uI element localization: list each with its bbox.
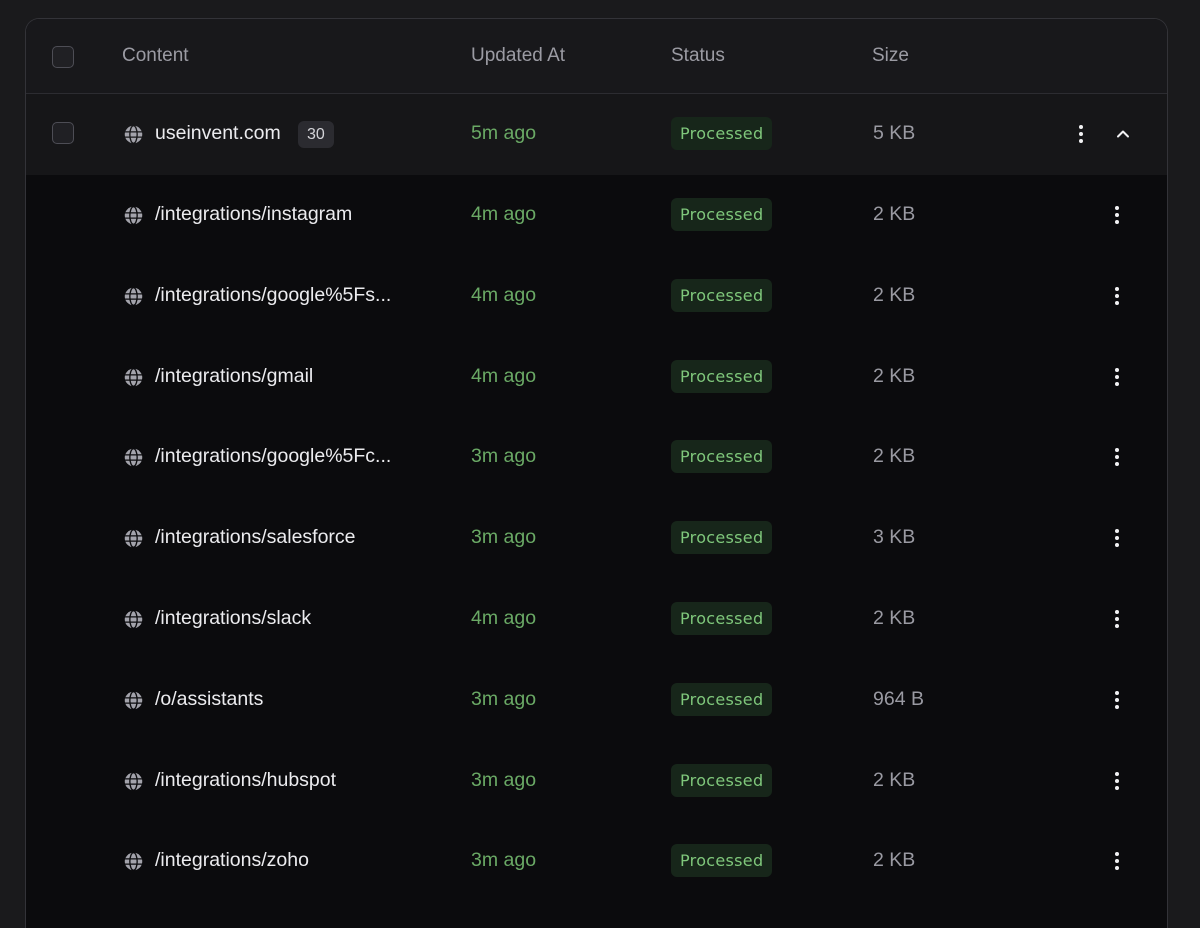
table-header: Content Updated At Status Size (26, 19, 1167, 94)
table-row[interactable]: /integrations/slack 4m ago Processed 2 K… (26, 579, 1167, 660)
row-checkbox[interactable] (52, 122, 74, 144)
row-updated-at: 4m ago (471, 283, 537, 306)
more-vertical-icon[interactable] (1107, 199, 1127, 231)
table-row[interactable]: /integrations/gmail 4m ago Processed 2 K… (26, 337, 1167, 418)
status-badge: Processed (671, 763, 773, 797)
row-size: 5 KB (873, 122, 916, 144)
row-size: 2 KB (873, 445, 916, 468)
table-row[interactable]: /integrations/hubspot 3m ago Processed 2… (26, 741, 1167, 822)
table-row-parent[interactable]: useinvent.com 30 5m ago Processed 5 KB (26, 94, 1167, 175)
status-badge: Processed (671, 198, 773, 231)
table-row[interactable]: /integrations/google%5Fs... 4m ago Proce… (26, 256, 1167, 337)
globe-icon (124, 286, 143, 306)
status-badge: Processed (671, 601, 773, 635)
row-size: 2 KB (873, 203, 916, 225)
row-size: 3 KB (873, 526, 916, 549)
row-size: 2 KB (873, 768, 916, 791)
child-rows: /integrations/instagram 4m ago Processed… (26, 175, 1167, 902)
row-name[interactable]: /o/assistants (155, 688, 263, 711)
chevron-up-icon[interactable] (1113, 124, 1133, 144)
more-vertical-icon[interactable] (1107, 765, 1127, 797)
content-table: Content Updated At Status Size useinvent… (25, 18, 1168, 928)
row-updated-at: 4m ago (471, 203, 537, 225)
row-name[interactable]: useinvent.com (155, 122, 281, 145)
more-vertical-icon[interactable] (1071, 118, 1091, 150)
row-name[interactable]: /integrations/zoho (155, 849, 309, 872)
globe-icon (124, 529, 143, 549)
more-vertical-icon[interactable] (1107, 603, 1127, 635)
row-size: 2 KB (873, 849, 916, 872)
row-updated-at: 3m ago (471, 849, 537, 872)
row-size: 964 B (873, 687, 924, 710)
table-row[interactable]: /integrations/zoho 3m ago Processed 2 KB (26, 821, 1167, 902)
status-badge: Processed (671, 359, 773, 393)
row-updated-at: 5m ago (471, 122, 537, 144)
row-updated-at: 3m ago (471, 768, 537, 791)
globe-icon (124, 206, 143, 225)
row-size: 2 KB (873, 606, 916, 629)
row-updated-at: 3m ago (471, 687, 537, 710)
more-vertical-icon[interactable] (1107, 845, 1127, 877)
more-vertical-icon[interactable] (1107, 280, 1127, 312)
row-updated-at: 4m ago (471, 606, 537, 629)
table-row[interactable]: /integrations/salesforce 3m ago Processe… (26, 498, 1167, 579)
column-header-updated-at[interactable]: Updated At (471, 45, 565, 67)
globe-icon (124, 852, 143, 872)
child-count-badge: 30 (298, 121, 334, 148)
status-badge: Processed (671, 844, 773, 878)
row-name[interactable]: /integrations/gmail (155, 365, 313, 388)
status-badge: Processed (671, 278, 773, 312)
row-updated-at: 4m ago (471, 364, 537, 387)
row-updated-at: 3m ago (471, 445, 537, 468)
globe-icon (124, 125, 143, 144)
status-badge: Processed (671, 521, 773, 555)
column-header-size[interactable]: Size (872, 45, 909, 67)
row-size: 2 KB (873, 283, 916, 306)
row-name[interactable]: /integrations/salesforce (155, 526, 356, 549)
status-badge: Processed (671, 117, 773, 150)
status-badge: Processed (671, 440, 773, 474)
row-name[interactable]: /integrations/slack (155, 607, 311, 630)
more-vertical-icon[interactable] (1107, 441, 1127, 473)
select-all-checkbox[interactable] (52, 46, 74, 68)
globe-icon (124, 690, 143, 710)
column-header-content[interactable]: Content (122, 45, 189, 67)
row-name[interactable]: /integrations/google%5Fc... (155, 445, 391, 468)
more-vertical-icon[interactable] (1107, 684, 1127, 716)
row-name[interactable]: /integrations/google%5Fs... (155, 284, 391, 307)
more-vertical-icon[interactable] (1107, 361, 1127, 393)
row-name[interactable]: /integrations/hubspot (155, 769, 336, 792)
row-name[interactable]: /integrations/instagram (155, 203, 352, 226)
table-row[interactable]: /o/assistants 3m ago Processed 964 B (26, 660, 1167, 741)
table-row[interactable]: /integrations/google%5Fc... 3m ago Proce… (26, 417, 1167, 498)
globe-icon (124, 367, 143, 387)
globe-icon (124, 771, 143, 791)
row-updated-at: 3m ago (471, 526, 537, 549)
globe-icon (124, 448, 143, 468)
row-size: 2 KB (873, 364, 916, 387)
globe-icon (124, 610, 143, 629)
table-row[interactable]: /integrations/instagram 4m ago Processed… (26, 175, 1167, 256)
more-vertical-icon[interactable] (1107, 522, 1127, 554)
column-header-status[interactable]: Status (671, 45, 725, 67)
status-badge: Processed (671, 682, 773, 716)
